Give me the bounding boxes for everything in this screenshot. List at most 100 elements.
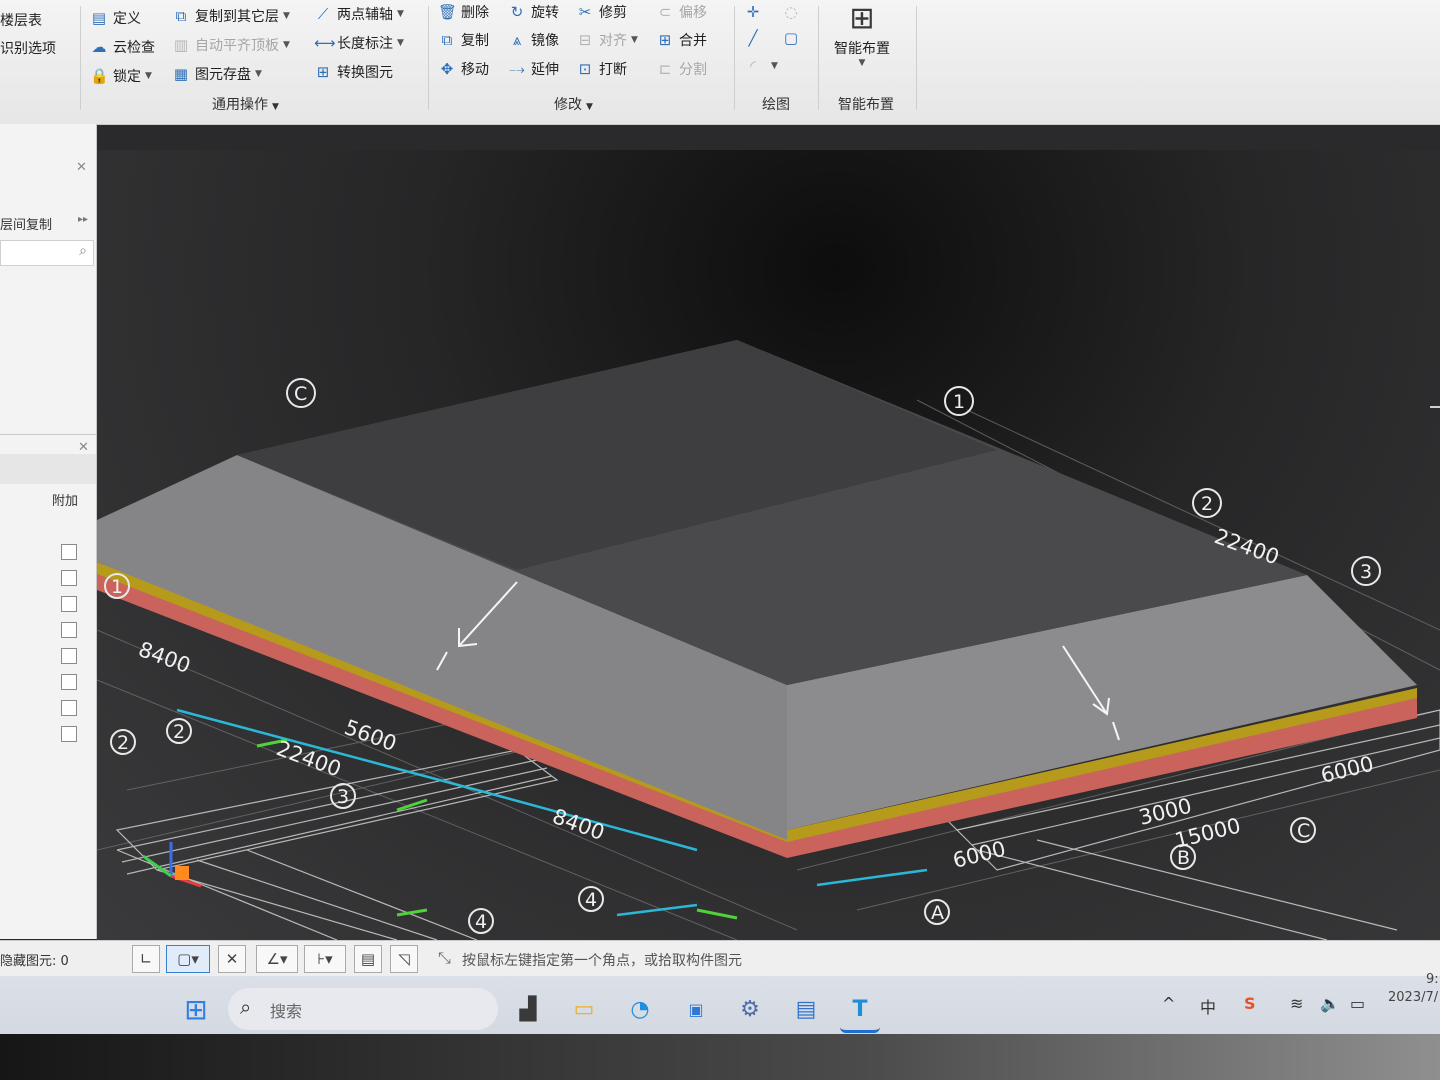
battery-icon[interactable]: ▭ xyxy=(1350,994,1365,1013)
lock-button[interactable]: 🔒 锁定 ▼ xyxy=(90,64,152,88)
copy-to-other-floor-button[interactable]: ⧉ 复制到其它层 ▼ xyxy=(172,4,290,28)
rotate-button[interactable]: ↻ 旋转 xyxy=(508,0,559,24)
define-button[interactable]: ▤ 定义 xyxy=(90,6,141,30)
row-checkbox[interactable] xyxy=(61,570,77,586)
arc-point-button[interactable]: ◌ xyxy=(782,0,805,24)
two-point-axis-button[interactable]: ⟋ 两点辅轴 ▼ xyxy=(314,2,404,26)
axis-bubble-label: 2 xyxy=(117,732,129,754)
break-button[interactable]: ⊡ 打断 xyxy=(576,57,627,81)
move-button[interactable]: ✥ 移动 xyxy=(438,57,489,81)
resize-cursor-icon: ⤡ xyxy=(438,948,451,967)
row-checkbox[interactable] xyxy=(61,648,77,664)
ribbon-group-general: ▤ 定义 ☁ 云检查 🔒 锁定 ▼ ⧉ 复制到其它层 ▼ ▥ 自动平齐顶板 ▼ ▦ 图元存盘 ▼ ⟋… xyxy=(86,0,426,120)
arc-draw-button[interactable]: ◜ ▼ xyxy=(744,54,778,78)
dimension-label: 22400 xyxy=(273,736,344,781)
merge-button[interactable]: ⊞ 合并 xyxy=(656,28,707,52)
floor-table-button[interactable]: 楼层表 xyxy=(0,8,42,32)
length-dimension-button[interactable]: ⟷ 长度标注 ▼ xyxy=(314,31,404,55)
ortho-toggle-button[interactable]: ∟ xyxy=(132,945,160,973)
clock-date[interactable]: 2023/7/ xyxy=(1388,990,1438,1005)
line-icon: ╱ xyxy=(748,29,758,47)
smart-layout-button[interactable]: ⊞ 智能布置 ▼ xyxy=(824,0,900,80)
ribbon-group-modify: 🗑 删除 ⧉ 复制 ✥ 移动 ↻ 旋转 ⩓ 镜像 ⤍ 延伸 ✂ 修剪 ⊟ 对齐 ▼ ⊡ 打断 ⊂ 偏移… xyxy=(432,0,732,120)
row-checkbox[interactable] xyxy=(61,622,77,638)
hidden-element-count: 隐藏图元: 0 xyxy=(0,954,69,969)
point-draw-button[interactable]: ✛ xyxy=(744,0,767,24)
drawing-viewport[interactable]: C 1 2 3 1 2 2 3 4 4 A B C 22400 8400 560… xyxy=(97,150,1440,940)
wifi-icon[interactable]: ≋ xyxy=(1290,994,1303,1013)
length-dimension-icon: ⟷ xyxy=(314,34,336,52)
ribbon-group-floor: 楼层表 识别选项 xyxy=(0,0,80,120)
delete-button[interactable]: 🗑 删除 xyxy=(438,0,489,24)
arc-mode-button[interactable]: ◹ xyxy=(390,945,418,973)
dimension-label: 6000 xyxy=(1318,752,1376,788)
group-label-general[interactable]: 通用操作 ▼ xyxy=(212,94,279,114)
layer-toggle-button[interactable]: ▤ xyxy=(354,945,382,973)
start-windows-icon[interactable]: ⊞ xyxy=(176,990,216,1030)
show-hidden-icons-chevron-icon[interactable]: ^ xyxy=(1162,994,1175,1013)
model-canvas: C 1 2 3 1 2 2 3 4 4 A B C 22400 8400 560… xyxy=(97,340,1440,940)
viewport-edge-marker xyxy=(1430,406,1440,408)
dimension-label: 6000 xyxy=(950,837,1008,873)
angle-snap-button[interactable]: ∠▾ xyxy=(256,945,298,973)
auto-align-slab-button[interactable]: ▥ 自动平齐顶板 ▼ xyxy=(172,33,290,57)
volume-icon[interactable]: 🔈 xyxy=(1320,994,1340,1013)
mirror-button[interactable]: ⩓ 镜像 xyxy=(508,28,559,52)
dimension-label: 8400 xyxy=(549,804,607,845)
close-icon[interactable]: ✕ xyxy=(78,440,89,455)
rectangle-draw-button[interactable]: ▢ xyxy=(782,26,805,50)
axis-bubble-label: C xyxy=(294,383,307,405)
status-bar: 隐藏图元: 0 ∟ ▢▾ ✕ ∠▾ ⊦▾ ▤ ◹ ⤡ 按鼠标左键指定第一个角点，… xyxy=(0,940,1440,977)
axis-bubble-label: 1 xyxy=(953,391,965,413)
cloud-check-button[interactable]: ☁ 云检查 xyxy=(90,35,156,59)
offset-input-button[interactable]: ⊦▾ xyxy=(304,945,346,973)
desktop-background-strip xyxy=(0,1034,1440,1080)
clock-time[interactable]: 9: xyxy=(1426,972,1439,987)
ime-indicator[interactable]: 中 xyxy=(1200,994,1216,1018)
floor-copy-tab[interactable]: 层间复制 ▸▸ xyxy=(0,214,96,233)
object-snap-button[interactable]: ▢▾ xyxy=(166,945,210,973)
close-icon[interactable]: ✕ xyxy=(76,160,87,175)
line-draw-button[interactable]: ╱ xyxy=(744,26,767,50)
axis-bubble-label: 2 xyxy=(173,721,185,743)
row-checkbox[interactable] xyxy=(61,700,77,716)
axis-bubble-label: 3 xyxy=(337,786,349,808)
group-label-modify[interactable]: 修改 ▼ xyxy=(554,94,593,114)
circle-icon: ◌ xyxy=(784,3,798,21)
element-save-button[interactable]: ▦ 图元存盘 ▼ xyxy=(172,62,262,86)
edge-browser-icon[interactable]: ◔ xyxy=(620,990,660,1030)
panel-search-input[interactable]: ⌕ xyxy=(0,240,94,266)
row-checkbox[interactable] xyxy=(61,674,77,690)
rectangle-icon: ▢ xyxy=(783,29,799,47)
task-view-icon[interactable]: ▟ xyxy=(508,990,548,1030)
taskbar-search-box[interactable]: ⌕ 搜索 xyxy=(228,988,498,1030)
ribbon-group-smart: ⊞ 智能布置 ▼ 智能布置 xyxy=(820,0,916,120)
row-checkbox[interactable] xyxy=(61,596,77,612)
row-checkbox[interactable] xyxy=(61,544,77,560)
copy-button[interactable]: ⧉ 复制 xyxy=(438,28,489,52)
cad-app-icon[interactable]: ▣ xyxy=(676,990,716,1030)
ribbon-group-draw: ✛ ◌ ╱ ▢ ◜ ▼ 绘图 xyxy=(738,0,818,120)
file-explorer-icon[interactable]: ▭ xyxy=(564,990,604,1030)
extend-button[interactable]: ⤍ 延伸 xyxy=(508,57,559,81)
axis-bubble-label: 3 xyxy=(1360,561,1372,583)
search-icon: ⌕ xyxy=(240,995,252,1019)
align-button[interactable]: ⊟ 对齐 ▼ xyxy=(576,28,638,52)
move-icon: ✥ xyxy=(440,60,454,78)
split-button[interactable]: ⊏ 分割 xyxy=(656,57,707,81)
convert-element-button[interactable]: ⊞ 转换图元 xyxy=(314,60,393,84)
left-side-panel: ✕ 层间复制 ▸▸ ⌕ ✕ 附加 xyxy=(0,124,97,939)
estimating-app-icon[interactable]: ▤ xyxy=(786,990,826,1030)
ribbon-toolbar: 楼层表 识别选项 ▤ 定义 ☁ 云检查 🔒 锁定 ▼ ⧉ 复制到其它层 ▼ ▥ 自动平齐顶板 ▼… xyxy=(0,0,1440,125)
trim-button[interactable]: ✂ 修剪 xyxy=(576,0,627,24)
recognition-options-button[interactable]: 识别选项 xyxy=(0,36,56,60)
row-checkbox[interactable] xyxy=(61,726,77,742)
extend-icon: ⤍ xyxy=(509,60,525,78)
snap-cross-button[interactable]: ✕ xyxy=(218,945,246,973)
offset-button[interactable]: ⊂ 偏移 xyxy=(656,0,707,24)
trim-icon: ✂ xyxy=(578,3,592,21)
sogou-ime-icon[interactable]: S xyxy=(1244,994,1256,1013)
active-app-icon[interactable]: T xyxy=(840,990,880,1033)
settings-gear-icon[interactable]: ⚙ xyxy=(730,990,770,1030)
rotate-icon: ↻ xyxy=(510,3,524,21)
